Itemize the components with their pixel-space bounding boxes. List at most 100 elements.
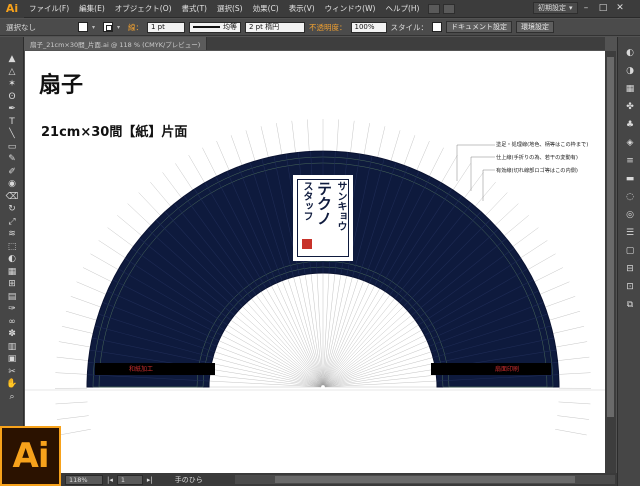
stroke-label[interactable]: 線： [128, 22, 143, 33]
menu-help[interactable]: ヘルプ(H) [380, 3, 424, 14]
close-icon[interactable]: ✕ [614, 2, 626, 14]
note-safe-line: 有効線(切れ線部ロゴ等はこの内側) [496, 168, 578, 174]
slice-tool-icon[interactable]: ✂ [5, 366, 19, 378]
transparency-panel-icon[interactable]: ◌ [623, 191, 637, 203]
graphic-styles-panel-icon[interactable]: ◈ [623, 137, 637, 149]
transform-panel-icon[interactable]: ⊡ [623, 281, 637, 293]
document-setup-button[interactable]: ドキュメント設定 [446, 21, 512, 33]
arrange-documents-icon[interactable] [443, 3, 456, 14]
workspace-switcher[interactable]: 初期設定 ▾ [533, 2, 578, 14]
chevron-down-icon[interactable]: ▾ [117, 24, 124, 31]
blend-tool-icon[interactable]: ∞ [5, 316, 19, 328]
artboard-canvas[interactable]: 扇子 21cm×30間【紙】片面 塗足・処理線(地色、柄等はこの枠まで) 仕上線… [25, 51, 605, 473]
brushes-panel-icon[interactable]: ✤ [623, 101, 637, 113]
vertical-scrollbar[interactable] [605, 51, 616, 473]
rib-guide-line [557, 415, 590, 420]
menu-file[interactable]: ファイル(F) [24, 3, 74, 14]
rib-guide-line [65, 310, 97, 321]
symbols-panel-icon[interactable]: ♣ [623, 119, 637, 131]
rib-guide-line [555, 429, 587, 436]
hand-tool-icon[interactable]: ✋ [5, 378, 19, 390]
align-panel-icon[interactable]: ⊟ [623, 263, 637, 275]
rib-guide-line [56, 415, 89, 420]
pathfinder-panel-icon[interactable]: ⧉ [623, 299, 637, 311]
zoom-field[interactable]: 118% [65, 474, 103, 485]
menu-object[interactable]: オブジェクト(O) [110, 3, 177, 14]
artboard-tool-icon[interactable]: ▣ [5, 353, 19, 365]
opacity-label[interactable]: 不透明度： [309, 22, 347, 33]
gradient-panel-icon[interactable]: ▬ [623, 173, 637, 185]
menu-window[interactable]: ウィンドウ(W) [320, 3, 381, 14]
rib-guide-line [230, 135, 243, 166]
column-graph-tool-icon[interactable]: ▥ [5, 341, 19, 353]
first-artboard-icon[interactable]: |◂ [107, 476, 113, 484]
graphic-style-swatch[interactable] [432, 22, 442, 32]
menu-view[interactable]: 表示(V) [284, 3, 320, 14]
eyedropper-tool-icon[interactable]: ✑ [5, 303, 19, 315]
opacity-field[interactable]: 100% [350, 21, 387, 33]
scale-tool-icon[interactable]: ⤢ [5, 216, 19, 228]
rib-guide-line [545, 296, 576, 308]
vertical-scroll-thumb[interactable] [607, 57, 614, 417]
paintbrush-tool-icon[interactable]: ✎ [5, 153, 19, 165]
magic-wand-tool-icon[interactable]: ✶ [5, 78, 19, 90]
pencil-tool-icon[interactable]: ✐ [5, 166, 19, 178]
brush-definition[interactable]: 2 pt 楕円 [245, 21, 305, 33]
swatches-panel-icon[interactable]: ▦ [623, 83, 637, 95]
line-tool-icon[interactable]: ╲ [5, 128, 19, 140]
zoom-tool-icon[interactable]: ⌕ [5, 391, 19, 403]
appearance-panel-icon[interactable]: ◎ [623, 209, 637, 221]
artboards-panel-icon[interactable]: ▢ [623, 245, 637, 257]
selection-tool-icon[interactable]: ▲ [5, 53, 19, 65]
pen-tool-icon[interactable]: ✒ [5, 103, 19, 115]
artboard-number-field[interactable]: 1 [116, 474, 143, 485]
color-guide-panel-icon[interactable]: ◑ [623, 65, 637, 77]
variable-width-profile[interactable]: 均等 [189, 21, 241, 33]
menu-select[interactable]: 選択(S) [212, 3, 248, 14]
rib-guide-line [70, 296, 101, 308]
rib-guide-line [59, 429, 91, 436]
eraser-tool-icon[interactable]: ⌫ [5, 191, 19, 203]
blob-brush-tool-icon[interactable]: ◉ [5, 178, 19, 190]
rotate-tool-icon[interactable]: ↻ [5, 203, 19, 215]
width-tool-icon[interactable]: ≋ [5, 228, 19, 240]
rib-guide-line [527, 253, 556, 270]
stroke-swatch[interactable] [103, 22, 113, 32]
menu-type[interactable]: 書式(T) [177, 3, 212, 14]
perspective-grid-tool-icon[interactable]: ▦ [5, 266, 19, 278]
color-panel-icon[interactable]: ◐ [623, 47, 637, 59]
rib-guide-line [549, 310, 581, 321]
right-rib-text: 扇面印刷 [495, 366, 520, 373]
profile-label: 均等 [223, 23, 237, 31]
symbol-sprayer-tool-icon[interactable]: ✽ [5, 328, 19, 340]
lasso-tool-icon[interactable]: ʘ [5, 91, 19, 103]
shape-builder-tool-icon[interactable]: ◐ [5, 253, 19, 265]
mesh-tool-icon[interactable]: ⊞ [5, 278, 19, 290]
maximize-icon[interactable]: □ [597, 2, 609, 14]
rib-guide-line [441, 155, 458, 183]
direct-selection-tool-icon[interactable]: △ [5, 66, 19, 78]
bridge-icon[interactable] [428, 3, 441, 14]
document-tab-title: 扇子_21cm×30間_片面.ai @ 118 % (CMYK/プレビュー) [30, 40, 201, 49]
horizontal-scrollbar[interactable] [235, 475, 615, 484]
preferences-button[interactable]: 環境設定 [516, 21, 554, 33]
current-tool-label: 手のひら [174, 475, 203, 484]
stroke-panel-icon[interactable]: ≡ [623, 155, 637, 167]
fill-swatch[interactable] [78, 22, 88, 32]
type-tool-icon[interactable]: T [5, 116, 19, 128]
gradient-tool-icon[interactable]: ▤ [5, 291, 19, 303]
minimize-icon[interactable]: – [580, 2, 592, 14]
document-tab[interactable]: 扇子_21cm×30間_片面.ai @ 118 % (CMYK/プレビュー) [24, 37, 208, 50]
horizontal-scroll-thumb[interactable] [275, 476, 575, 483]
chevron-down-icon[interactable]: ▾ [92, 24, 99, 31]
rib-guide-line [117, 215, 142, 236]
next-artboard-icon[interactable]: ▸| [147, 476, 153, 484]
rectangle-tool-icon[interactable]: ▭ [5, 141, 19, 153]
menu-effect[interactable]: 効果(C) [248, 3, 284, 14]
layers-panel-icon[interactable]: ☰ [623, 227, 637, 239]
stroke-weight-field[interactable]: 1 pt [147, 21, 185, 33]
rib-guide-line [276, 123, 283, 155]
free-transform-tool-icon[interactable]: ⬚ [5, 241, 19, 253]
menu-edit[interactable]: 編集(E) [74, 3, 110, 14]
app-logo: Ai [0, 0, 24, 18]
